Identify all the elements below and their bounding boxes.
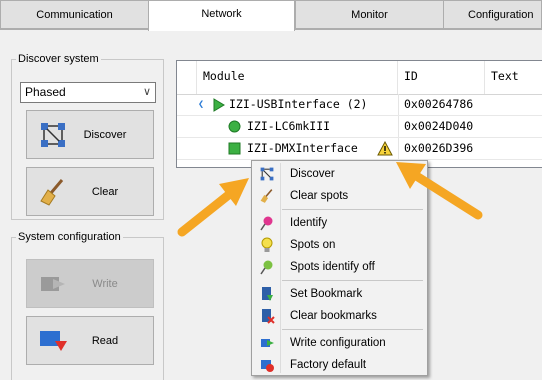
tab-network[interactable]: Network: [148, 0, 295, 31]
arrow-right-annotation: [396, 162, 483, 220]
annotation-arrows: [177, 162, 483, 237]
arrow-left-annotation: [177, 178, 249, 237]
